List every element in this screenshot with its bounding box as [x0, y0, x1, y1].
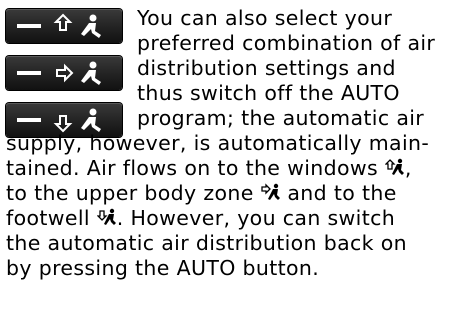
air-to-windows-icon — [384, 158, 404, 175]
air-to-upper-body-button-icon — [17, 61, 101, 85]
air-to-windows-button-icon — [17, 13, 101, 38]
air-to-upper-body-button[interactable] — [6, 56, 122, 90]
air-to-windows-button[interactable] — [6, 9, 122, 43]
text-line-2: preferred combination of air — [137, 31, 436, 55]
text-line-6: supply, however, is automatically main- — [6, 131, 430, 155]
text-line-10: the automatic air distribution back on — [6, 231, 407, 255]
air-to-footwell-icon — [96, 208, 116, 225]
text-line-7-end: , — [404, 156, 412, 180]
text-line-8: to the upper body zone and to the — [6, 181, 397, 205]
text-line-7-part: tained. Air flows on to the windows — [6, 156, 385, 180]
text-line-11: by pressing the AUTO button. — [6, 256, 320, 280]
air-to-upper-body-icon — [260, 183, 280, 200]
text-line-9-part-b: . However, you can switch — [116, 206, 396, 230]
text-line-7: tained. Air flows on to the windows , — [6, 156, 412, 180]
text-line-9-part-a: footwell — [6, 206, 97, 230]
text-line-5: program; the automatic air — [137, 106, 425, 130]
text-line-8-part-a: to the upper body zone — [6, 181, 261, 205]
text-line-9: footwell . However, you can switch — [6, 206, 395, 230]
text-line-3: distribution settings and — [137, 56, 396, 80]
text-line-8-part-b: and to the — [280, 181, 397, 205]
text-line-4: thus switch off the AUTO — [137, 81, 400, 105]
text-line-1: You can also select your — [137, 6, 393, 30]
